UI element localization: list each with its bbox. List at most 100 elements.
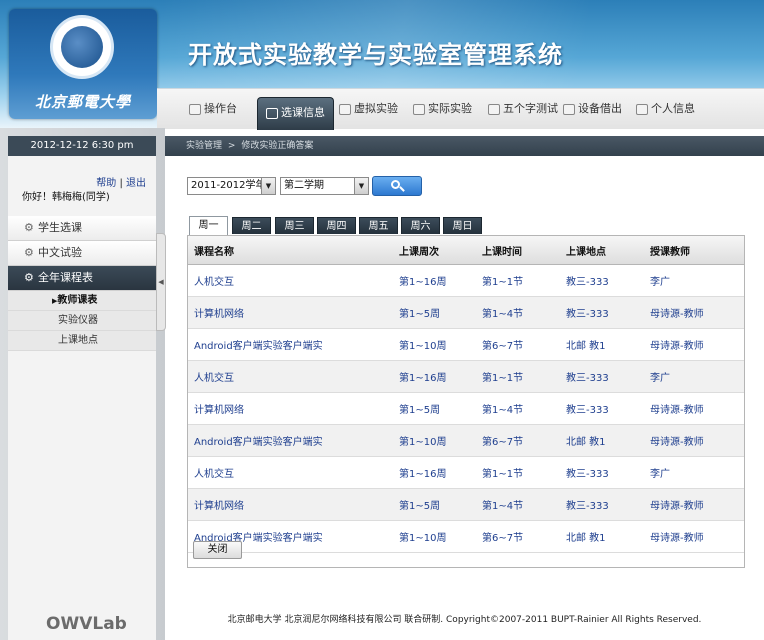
location-cell: 教三-333 — [560, 360, 644, 393]
chevron-left-icon: ◀ — [158, 278, 164, 286]
table-row: Android客户端实验客户端实 第1~10周 第6~7节 北邮 教1 母诗源-… — [188, 328, 744, 361]
course-name-cell[interactable]: 人机交互 — [188, 360, 393, 393]
teacher-cell: 母诗源-教师 — [644, 488, 744, 521]
course-name-cell[interactable]: 计算机网络 — [188, 392, 393, 425]
sidebar-collapse-handle[interactable]: ◀ — [156, 233, 166, 331]
footer-copyright: 北京邮电大学 北京润尼尔网络科技有限公司 联合研制. Copyright©200… — [227, 615, 702, 625]
gear-icon: ⚙ — [24, 246, 34, 259]
table-row: 人机交互 第1~16周 第1~1节 教三-333 李广 — [188, 264, 744, 297]
year-select[interactable]: 2011-2012学年 ▼ — [187, 177, 276, 195]
breadcrumb-root[interactable]: 实验管理 — [186, 141, 222, 151]
weeks-cell: 第1~10周 — [393, 328, 476, 361]
location-cell: 北邮 教1 — [560, 328, 644, 361]
table-row: Android客户端实验客户端实 第1~10周 第6~7节 北邮 教1 母诗源-… — [188, 424, 744, 457]
time-cell: 第1~1节 — [476, 264, 560, 297]
tab-saturday[interactable]: 周六 — [401, 217, 440, 234]
breadcrumb: 实验管理 > 修改实验正确答案 — [165, 136, 764, 156]
nav-item-course-selection[interactable]: 选课信息 — [257, 97, 334, 130]
sidebar-item-chinese-test[interactable]: ⚙ 中文试验 — [8, 241, 156, 266]
teacher-cell: 母诗源-教师 — [644, 424, 744, 457]
university-logo[interactable]: 北京郵電大學 — [9, 9, 157, 119]
location-cell: 教三-333 — [560, 488, 644, 521]
desktop-icon — [189, 103, 201, 115]
sidebar-item-student-course[interactable]: ⚙ 学生选课 — [8, 216, 156, 241]
sidebar-subitem-instruments[interactable]: 实验仪器 — [8, 311, 156, 331]
time-cell: 第6~7节 — [476, 520, 560, 553]
calendar-icon — [563, 103, 575, 115]
time-cell: 第1~4节 — [476, 488, 560, 521]
location-cell: 教三-333 — [560, 296, 644, 329]
table-row: 人机交互 第1~16周 第1~1节 教三-333 李广 — [188, 360, 744, 393]
document-icon — [488, 103, 500, 115]
table-row: 计算机网络 第1~5周 第1~4节 教三-333 母诗源-教师 — [188, 296, 744, 329]
search-button[interactable] — [372, 176, 422, 196]
table-row: Android客户端实验客户端实 第1~10周 第6~7节 北邮 教1 母诗源-… — [188, 520, 744, 553]
nav-item-test[interactable]: 五个字测试 — [488, 89, 558, 129]
table-row: 人机交互 第1~16周 第1~1节 教三-333 李广 — [188, 456, 744, 489]
column-header-weeks[interactable]: 上课周次 — [393, 236, 476, 265]
tab-monday[interactable]: 周一 — [189, 216, 228, 235]
table-row: 计算机网络 第1~5周 第1~4节 教三-333 母诗源-教师 — [188, 488, 744, 521]
course-name-cell[interactable]: Android客户端实验客户端实 — [188, 328, 393, 361]
emblem-icon — [50, 15, 114, 79]
user-links: 帮助 | 退出 — [96, 178, 146, 189]
table-header-row: 课程名称 上课周次 上课时间 上课地点 授课教师 — [188, 236, 744, 265]
weeks-cell: 第1~16周 — [393, 360, 476, 393]
close-button[interactable]: 关闭 — [193, 541, 242, 559]
gear-icon: ⚙ — [24, 221, 34, 234]
nav-item-personal-info[interactable]: 个人信息 — [636, 89, 695, 129]
tab-sunday[interactable]: 周日 — [443, 217, 482, 234]
dropdown-arrow-icon: ▼ — [354, 178, 368, 194]
logo-text: 北京郵電大學 — [34, 93, 131, 111]
main-nav: 操作台 选课信息 虚拟实验 实际实验 五个字测试 设备借出 个人信息 — [157, 88, 764, 130]
nav-item-dashboard[interactable]: 操作台 — [189, 89, 237, 129]
course-name-cell[interactable]: 人机交互 — [188, 264, 393, 297]
teacher-cell: 母诗源-教师 — [644, 328, 744, 361]
location-cell: 北邮 教1 — [560, 424, 644, 457]
location-cell: 北邮 教1 — [560, 520, 644, 553]
gear-icon: ⚙ — [24, 271, 34, 284]
teacher-cell: 母诗源-教师 — [644, 520, 744, 553]
sidebar-item-annual-schedule[interactable]: ⚙ 全年课程表 — [8, 266, 156, 291]
column-header-time[interactable]: 上课时间 — [476, 236, 560, 265]
course-name-cell[interactable]: Android客户端实验客户端实 — [188, 424, 393, 457]
column-header-teacher[interactable]: 授课教师 — [644, 236, 744, 265]
breadcrumb-separator: > — [227, 141, 236, 151]
breadcrumb-current: 修改实验正确答案 — [241, 141, 314, 151]
course-name-cell[interactable]: 人机交互 — [188, 456, 393, 489]
location-cell: 教三-333 — [560, 264, 644, 297]
teacher-cell: 母诗源-教师 — [644, 392, 744, 425]
dropdown-arrow-icon: ▼ — [261, 178, 275, 194]
location-cell: 教三-333 — [560, 392, 644, 425]
time-cell: 第6~7节 — [476, 424, 560, 457]
user-greeting: 你好！韩梅梅(同学) — [22, 192, 110, 203]
nav-item-equipment-loan[interactable]: 设备借出 — [563, 89, 622, 129]
course-name-cell[interactable]: 计算机网络 — [188, 296, 393, 329]
sidebar-subitem-teacher-schedule[interactable]: ▶教师课表 — [8, 291, 156, 311]
weeks-cell: 第1~16周 — [393, 264, 476, 297]
logout-link[interactable]: 退出 — [126, 178, 146, 189]
schedule-table: 课程名称 上课周次 上课时间 上课地点 授课教师 人机交互 第1~16周 第1~… — [187, 235, 745, 568]
grid-icon — [266, 107, 278, 119]
term-select[interactable]: 第二学期 ▼ — [280, 177, 369, 195]
nav-item-real-lab[interactable]: 实际实验 — [413, 89, 472, 129]
left-panel: 2012-12-12 6:30 pm 帮助 | 退出 你好！韩梅梅(同学) ⚙ 学… — [0, 128, 165, 640]
column-header-course[interactable]: 课程名称 — [188, 236, 393, 265]
weeks-cell: 第1~16周 — [393, 456, 476, 489]
tab-thursday[interactable]: 周四 — [317, 217, 356, 234]
nav-item-virtual-lab[interactable]: 虚拟实验 — [339, 89, 398, 129]
table-row: 计算机网络 第1~5周 第1~4节 教三-333 母诗源-教师 — [188, 392, 744, 425]
teacher-cell: 李广 — [644, 456, 744, 489]
time-cell: 第1~1节 — [476, 456, 560, 489]
sidebar-menu: ⚙ 学生选课 ⚙ 中文试验 ⚙ 全年课程表 ▶教师课表 实验仪器 上课地点 — [8, 216, 156, 351]
tab-wednesday[interactable]: 周三 — [275, 217, 314, 234]
owvlab-logo: OWVLab — [46, 614, 127, 634]
tab-friday[interactable]: 周五 — [359, 217, 398, 234]
column-header-location[interactable]: 上课地点 — [560, 236, 644, 265]
tab-tuesday[interactable]: 周二 — [232, 217, 271, 234]
weeks-cell: 第1~10周 — [393, 520, 476, 553]
weeks-cell: 第1~10周 — [393, 424, 476, 457]
course-name-cell[interactable]: 计算机网络 — [188, 488, 393, 521]
weeks-cell: 第1~5周 — [393, 392, 476, 425]
sidebar-subitem-locations[interactable]: 上课地点 — [8, 331, 156, 351]
